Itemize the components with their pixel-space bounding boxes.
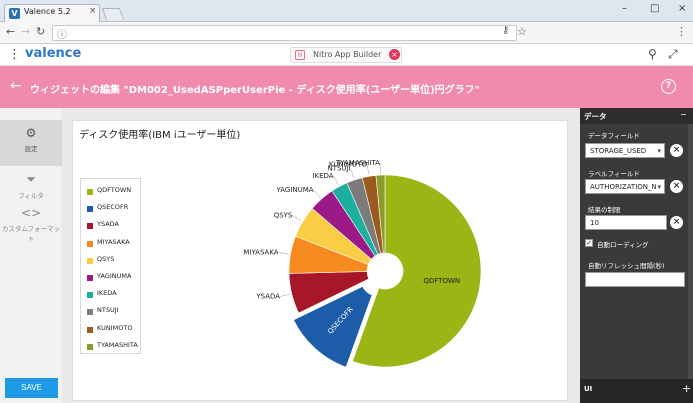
slice-label: QSYS	[274, 211, 293, 219]
data-field-select[interactable]: STORAGE_USED ▾	[585, 143, 665, 158]
expand-icon[interactable]: ⤢	[668, 47, 678, 62]
slice-label: IKEDA	[312, 172, 333, 180]
app-header: ⋮ valence N Nitro App Builder × ⚲ ⤢	[0, 44, 693, 66]
sidebar-item-label: フィルタ	[18, 192, 44, 200]
forward-nav-icon[interactable]: →	[21, 25, 30, 38]
code-icon: <>	[20, 206, 42, 220]
app-menu-icon[interactable]: ⋮	[8, 47, 21, 62]
ui-section-header[interactable]: UI +	[580, 379, 693, 403]
data-field-value: STORAGE_USED	[590, 147, 647, 155]
browser-tab[interactable]: V Valence 5.2 ×	[4, 4, 100, 22]
slice-label: YAGINUMA	[276, 186, 314, 194]
sidebar-item-custom-format[interactable]: <> カスタムフォーマット	[0, 200, 62, 243]
nitro-app-builder-tab[interactable]: N Nitro App Builder ×	[290, 47, 402, 63]
help-icon[interactable]: ?	[661, 79, 676, 94]
label-leader-line	[333, 175, 339, 185]
browser-titlebar: V Valence 5.2 × – □ ×	[0, 0, 693, 22]
label-field-label: ラベルフィールド	[588, 170, 640, 178]
refresh-interval-input[interactable]	[585, 272, 685, 287]
slice-label: TYAMASHITA	[335, 159, 380, 167]
info-icon: ⓘ	[57, 30, 67, 41]
minimize-icon[interactable]: –	[622, 3, 627, 14]
limit-input[interactable]: 10	[585, 215, 667, 230]
key-icon[interactable]: ⚷	[502, 25, 509, 36]
clear-limit-icon[interactable]: ×	[670, 216, 683, 229]
brand-logo: valence	[25, 46, 82, 61]
panel-title: データ	[584, 112, 607, 121]
limit-label: 結果の制限	[588, 206, 621, 214]
nitro-tab-close-icon[interactable]: ×	[389, 49, 400, 60]
chevron-down-icon: ▾	[657, 147, 661, 155]
autoload-label: 自動ローディング	[597, 241, 649, 249]
browser-menu-icon[interactable]: ⋮	[676, 25, 687, 38]
label-leader-line	[278, 252, 289, 255]
properties-panel: データ − データフィールド STORAGE_USED ▾ × ラベルフィールド…	[580, 108, 693, 403]
back-arrow-icon[interactable]: ←	[10, 78, 22, 94]
pie-chart[interactable]: QDFTOWNQSECOFRYSADAMIYASAKAQSYSYAGINUMAI…	[73, 121, 569, 402]
panel-scrollbar[interactable]	[688, 124, 693, 387]
label-leader-line	[313, 189, 321, 198]
sidebar-item-settings[interactable]: ⚙ 設定	[0, 120, 62, 166]
browser-toolbar: ← → ↻ ⓘ ⚷ ☆ ⋮	[0, 22, 693, 44]
valence-tab-icon: V	[9, 8, 20, 19]
ui-section-label: UI	[584, 385, 593, 393]
add-icon[interactable]: +	[682, 382, 691, 395]
nitro-app-icon: N	[295, 50, 305, 60]
label-leader-line	[292, 215, 302, 221]
reload-icon[interactable]: ↻	[36, 25, 45, 38]
chart-card: ディスク使用率(IBM iユーザー単位) QDFTOWN QSECOFR YSADA…	[72, 120, 568, 401]
panel-header: データ −	[580, 108, 693, 124]
filter-icon: ⏷	[26, 172, 36, 186]
page-header-bar: ← ウィジェットの編集 "DM002_UsedASPperUserPie - デ…	[0, 66, 693, 108]
tab-title: Valence 5.2	[24, 7, 71, 16]
refresh-interval-label: 自動リフレッシュ間隔(秒)	[588, 262, 665, 270]
save-button[interactable]: SAVE	[5, 378, 58, 398]
clear-data-field-icon[interactable]: ×	[670, 144, 683, 157]
slice-label: MIYASAKA	[243, 248, 278, 256]
slice-label: YSADA	[255, 293, 280, 301]
gear-icon: ⚙	[25, 126, 37, 140]
label-field-select[interactable]: AUTHORIZATION_N ▾	[585, 179, 665, 194]
bookmark-star-icon[interactable]: ☆	[517, 25, 527, 38]
search-icon[interactable]: ⚲	[648, 47, 657, 61]
label-field-value: AUTHORIZATION_N	[590, 183, 657, 191]
back-nav-icon[interactable]: ←	[6, 25, 15, 38]
chevron-down-icon: ▾	[657, 180, 661, 193]
sidebar-item-label: 設定	[24, 145, 38, 153]
left-sidebar: ⚙ 設定 ⏷ フィルタ <> カスタムフォーマット	[0, 108, 62, 403]
page-title: ウィジェットの編集 "DM002_UsedASPperUserPie - ディス…	[30, 85, 480, 96]
autoload-checkbox[interactable]: ✓	[585, 239, 593, 247]
sidebar-item-filter[interactable]: ⏷ フィルタ	[0, 166, 62, 200]
maximize-icon[interactable]: □	[650, 3, 659, 14]
window-close-icon[interactable]: ×	[678, 3, 686, 14]
nitro-tab-label: Nitro App Builder	[313, 50, 382, 59]
label-leader-line	[280, 293, 290, 297]
address-bar[interactable]: ⓘ	[52, 25, 517, 41]
sidebar-item-label: カスタムフォーマット	[1, 225, 61, 243]
label-leader-line	[350, 168, 355, 179]
new-tab-button[interactable]	[101, 8, 125, 20]
data-field-label: データフィールド	[588, 132, 640, 140]
clear-label-field-icon[interactable]: ×	[670, 180, 683, 193]
slice-label: QDFTOWN	[423, 277, 460, 285]
collapse-icon[interactable]: −	[680, 110, 687, 119]
tab-close-icon[interactable]: ×	[89, 6, 97, 16]
